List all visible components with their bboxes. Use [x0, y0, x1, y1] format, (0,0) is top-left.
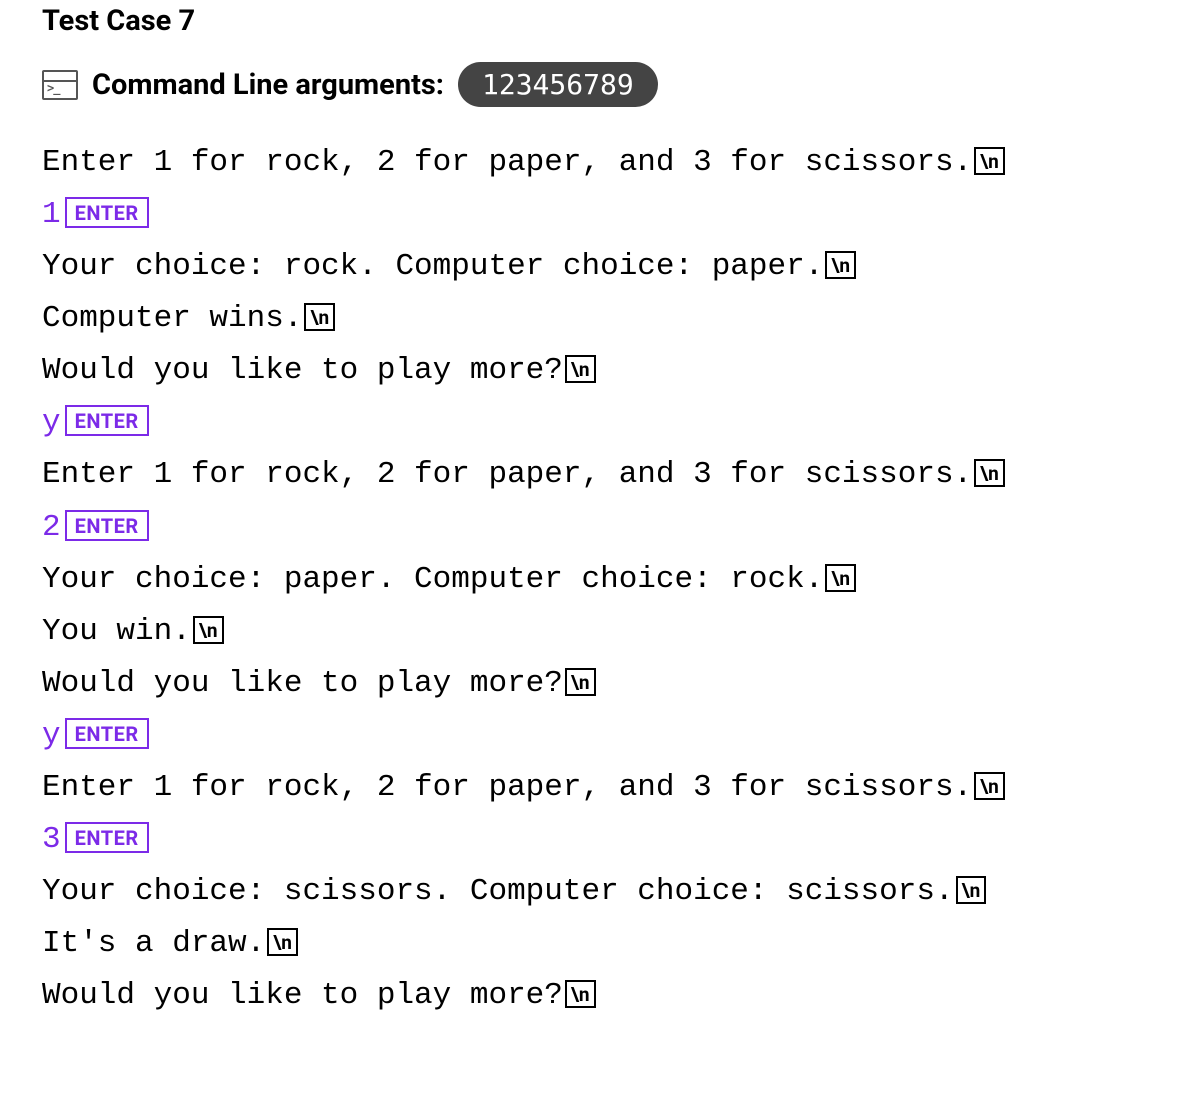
newline-badge: \n	[565, 980, 596, 1008]
args-value-pill: 123456789	[458, 62, 658, 107]
console-output-line: Enter 1 for rock, 2 for paper, and 3 for…	[42, 762, 1200, 814]
enter-key-badge: ENTER	[65, 405, 149, 436]
newline-badge: \n	[267, 928, 298, 956]
console-output-line: Would you like to play more?\n	[42, 658, 1200, 710]
program-output-text: Your choice: paper. Computer choice: roc…	[42, 562, 823, 597]
console-output-line: It's a draw.\n	[42, 918, 1200, 970]
program-output-text: Your choice: scissors. Computer choice: …	[42, 874, 954, 909]
command-line-args-row: >_ Command Line arguments: 123456789	[42, 62, 1200, 107]
enter-key-badge: ENTER	[65, 197, 149, 228]
console-input-line: yENTER	[42, 710, 1200, 762]
newline-badge: \n	[825, 564, 856, 592]
program-output-text: Your choice: rock. Computer choice: pape…	[42, 249, 823, 284]
newline-badge: \n	[974, 147, 1005, 175]
newline-badge: \n	[825, 251, 856, 279]
newline-badge: \n	[304, 303, 335, 331]
newline-badge: \n	[193, 616, 224, 644]
program-output-text: Would you like to play more?	[42, 978, 563, 1013]
program-output-text: You win.	[42, 614, 191, 649]
program-output-text: Would you like to play more?	[42, 666, 563, 701]
test-case-panel: Test Case 7 >_ Command Line arguments: 1…	[0, 0, 1200, 1022]
console-output-line: Computer wins.\n	[42, 293, 1200, 345]
program-output-text: It's a draw.	[42, 926, 265, 961]
console-output-line: Would you like to play more?\n	[42, 970, 1200, 1022]
console-output-line: Would you like to play more?\n	[42, 345, 1200, 397]
user-input-text: y	[42, 405, 61, 440]
console-input-line: 1ENTER	[42, 189, 1200, 241]
console-output-line: Your choice: scissors. Computer choice: …	[42, 866, 1200, 918]
args-label: Command Line arguments:	[92, 68, 444, 102]
console-output-line: Enter 1 for rock, 2 for paper, and 3 for…	[42, 449, 1200, 501]
newline-badge: \n	[956, 876, 987, 904]
program-output-text: Enter 1 for rock, 2 for paper, and 3 for…	[42, 457, 972, 492]
program-output-text: Would you like to play more?	[42, 353, 563, 388]
console-output-line: Your choice: rock. Computer choice: pape…	[42, 241, 1200, 293]
user-input-text: 1	[42, 197, 61, 232]
user-input-text: 3	[42, 822, 61, 857]
console-input-line: 3ENTER	[42, 814, 1200, 866]
console-output-line: You win.\n	[42, 606, 1200, 658]
program-output-text: Computer wins.	[42, 301, 302, 336]
console-output: Enter 1 for rock, 2 for paper, and 3 for…	[42, 137, 1200, 1022]
enter-key-badge: ENTER	[65, 718, 149, 749]
newline-badge: \n	[974, 772, 1005, 800]
console-output-line: Enter 1 for rock, 2 for paper, and 3 for…	[42, 137, 1200, 189]
newline-badge: \n	[565, 355, 596, 383]
enter-key-badge: ENTER	[65, 510, 149, 541]
program-output-text: Enter 1 for rock, 2 for paper, and 3 for…	[42, 145, 972, 180]
user-input-text: 2	[42, 510, 61, 545]
console-output-line: Your choice: paper. Computer choice: roc…	[42, 554, 1200, 606]
enter-key-badge: ENTER	[65, 822, 149, 853]
test-case-title: Test Case 7	[42, 4, 1200, 38]
terminal-icon: >_	[42, 70, 78, 100]
newline-badge: \n	[565, 668, 596, 696]
newline-badge: \n	[974, 459, 1005, 487]
console-input-line: 2ENTER	[42, 502, 1200, 554]
program-output-text: Enter 1 for rock, 2 for paper, and 3 for…	[42, 770, 972, 805]
user-input-text: y	[42, 718, 61, 753]
console-input-line: yENTER	[42, 397, 1200, 449]
